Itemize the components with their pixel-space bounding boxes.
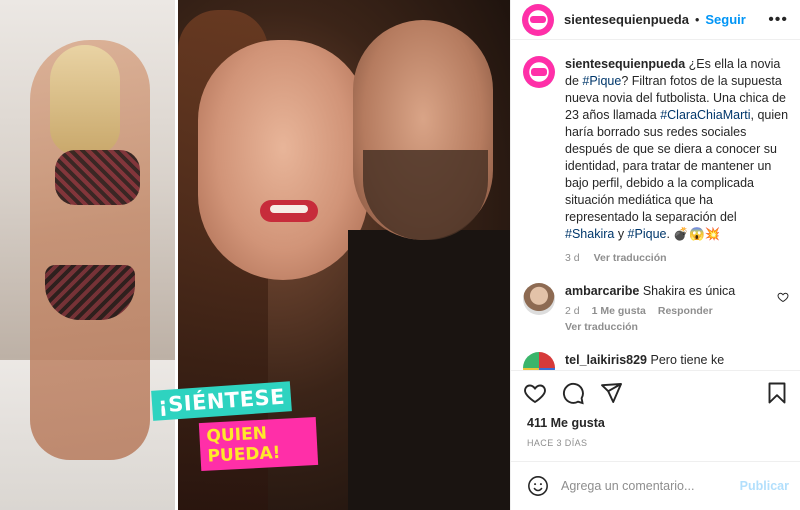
post-media[interactable]: ¡SIÉNTESE QUIEN PUEDA! — [0, 0, 510, 510]
hashtag-pique-2[interactable]: #Pique — [628, 227, 667, 241]
commenter-username[interactable]: tel_laikiris829 — [565, 353, 647, 367]
left-photo — [0, 0, 175, 510]
comment-item: tel_laikiris829 Pero tiene ke — [523, 352, 789, 370]
reply-button[interactable]: Responder — [658, 305, 713, 317]
caption-part: y — [614, 227, 628, 241]
follow-button[interactable]: Seguir — [705, 12, 745, 27]
caption-part: , quien haría borrado sus redes sociales… — [565, 108, 789, 224]
photo-teeth — [270, 205, 308, 213]
caption-age: 3 d — [565, 252, 580, 264]
post-comment-button[interactable]: Publicar — [740, 479, 789, 493]
author-avatar[interactable] — [522, 3, 554, 36]
caption-meta: 3 d Ver traducción — [565, 252, 789, 264]
more-options-icon[interactable]: ••• — [768, 11, 788, 29]
photo-hair — [50, 45, 120, 155]
caption-avatar[interactable] — [523, 56, 555, 88]
commenter-avatar[interactable] — [523, 283, 555, 315]
comment-text: tel_laikiris829 Pero tiene ke — [565, 352, 724, 370]
post-side-panel: sientesequienpueda • Seguir ••• sientese… — [510, 0, 800, 510]
save-bookmark-icon[interactable] — [765, 381, 789, 405]
photo-woman-face — [198, 40, 368, 280]
emoji-smiley-icon[interactable] — [527, 475, 549, 497]
comment-body: Shakira es única — [642, 284, 736, 298]
comment-likes[interactable]: 1 Me gusta — [592, 305, 646, 317]
share-paper-plane-icon[interactable] — [599, 381, 623, 405]
caption-username[interactable]: sientesequienpueda — [565, 57, 685, 71]
post-header: sientesequienpueda • Seguir ••• — [511, 0, 800, 40]
like-heart-icon[interactable] — [523, 381, 547, 405]
action-bar — [511, 370, 800, 414]
post-date[interactable]: HACE 3 DÍAS — [527, 438, 587, 448]
photo-lingerie-bottom — [45, 265, 135, 320]
caption: sientesequienpueda ¿Es ella la novia de … — [523, 56, 789, 264]
commenter-username[interactable]: ambarcaribe — [565, 284, 639, 298]
likes-count[interactable]: 411 Me gusta — [527, 416, 605, 430]
caption-text: sientesequienpueda ¿Es ella la novia de … — [565, 56, 789, 243]
hashtag-pique[interactable]: #Pique — [582, 74, 621, 88]
photo-man-sweater — [348, 230, 510, 510]
commenter-avatar[interactable] — [523, 352, 555, 370]
photo-lingerie-top — [55, 150, 140, 205]
comment-bubble-icon[interactable] — [561, 381, 585, 405]
hashtag-shakira[interactable]: #Shakira — [565, 227, 614, 241]
comments-list[interactable]: sientesequienpueda ¿Es ella la novia de … — [511, 40, 800, 370]
comment-translate-link[interactable]: Ver traducción — [565, 321, 735, 333]
comment-body: Pero tiene ke — [650, 353, 725, 367]
overlay-line1: ¡SIÉNTESE — [151, 381, 292, 421]
caption-part: . 💣😱💥 — [666, 227, 721, 241]
comment-age: 2 d — [565, 305, 580, 317]
comment-like-heart-icon[interactable] — [777, 291, 789, 303]
comment-input[interactable] — [561, 479, 740, 493]
comment-meta: 2 d 1 Me gusta Responder — [565, 305, 735, 317]
caption-translate-link[interactable]: Ver traducción — [594, 252, 667, 264]
comment-text: ambarcaribe Shakira es única — [565, 283, 735, 300]
author-username[interactable]: sientesequienpueda — [564, 12, 689, 27]
overlay-line2: QUIEN PUEDA! — [198, 416, 319, 472]
comment-composer: Publicar — [511, 461, 800, 510]
comment-item: ambarcaribe Shakira es única 2 d 1 Me gus… — [523, 283, 789, 333]
hashtag-clarachiamarti[interactable]: #ClaraChiaMarti — [660, 108, 750, 122]
header-separator: • — [694, 12, 700, 27]
brand-overlay-stamp: ¡SIÉNTESE QUIEN PUEDA! — [151, 381, 319, 472]
